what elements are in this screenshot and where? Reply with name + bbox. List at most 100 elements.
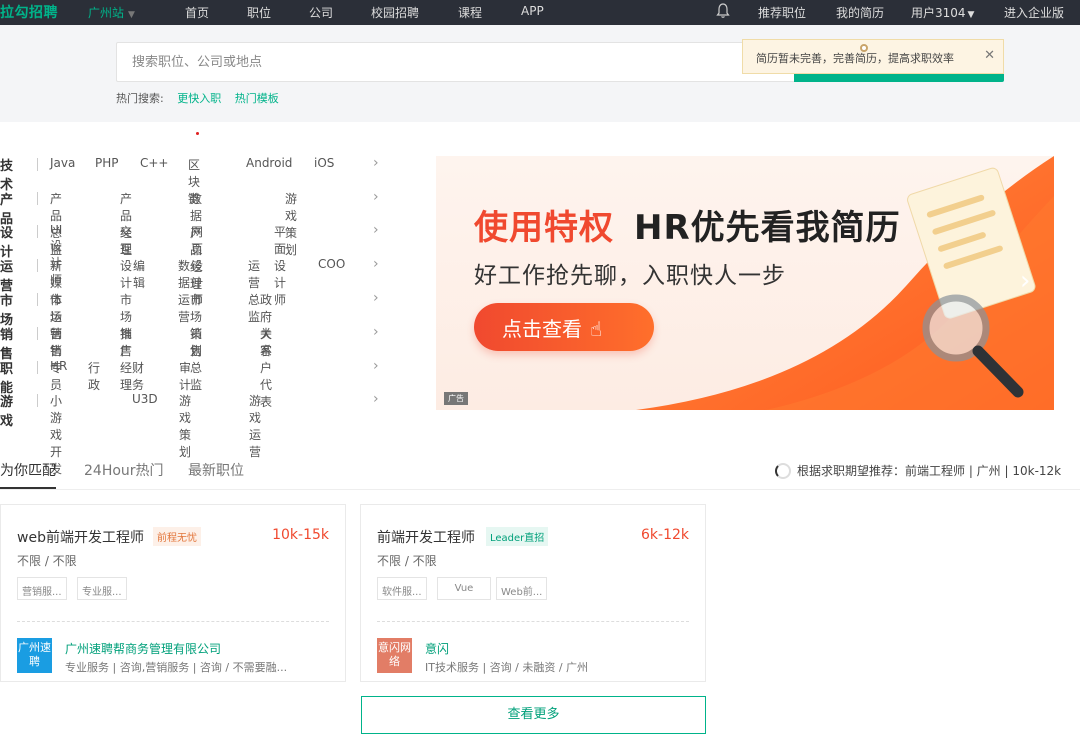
company-logo[interactable]: 广州速聘 — [17, 638, 52, 673]
hot-link-faster-hire[interactable]: 更快入职 — [177, 92, 221, 105]
banner-subline: 好工作抢先聊，入职快人一步 — [474, 263, 786, 289]
category-title[interactable]: 运营 — [0, 256, 13, 294]
city-selector[interactable]: 广州站 ▼ — [88, 4, 135, 21]
category-item[interactable]: 游戏策划 — [285, 190, 297, 258]
view-more-button[interactable]: 查看更多 — [361, 696, 706, 734]
category-separator — [37, 361, 38, 374]
job-badge: Leader直招 — [486, 527, 549, 546]
tab-24h-hot[interactable]: 24Hour热门 — [84, 460, 164, 480]
job-tabs: 为你匹配 24Hour热门 最新职位 根据求职期望推荐：前端工程师 | 广州 |… — [0, 456, 1080, 490]
category-item[interactable]: 交互设计 — [120, 223, 132, 291]
job-tag: 软件服... — [377, 577, 427, 600]
chevron-right-icon[interactable]: › — [373, 324, 379, 340]
nav-app[interactable]: APP — [521, 4, 544, 18]
chevron-right-icon[interactable]: › — [373, 222, 379, 238]
resume-tip: 简历暂未完善，完善简历，提高求职效率 ✕ — [742, 39, 1004, 74]
chevron-right-icon[interactable]: › — [373, 391, 379, 407]
card-divider — [377, 621, 689, 622]
ad-label: 广告 — [444, 392, 468, 405]
category-title[interactable]: 游戏 — [0, 391, 13, 429]
top-navbar: 拉勾招聘 广州站 ▼ 首页 职位 公司 校园招聘 课程 APP 推荐职位 我的简历… — [0, 0, 1080, 25]
job-card[interactable]: 前端开发工程师 Leader直招 6k-12k 不限 / 不限 软件服... V… — [360, 504, 706, 682]
card-divider — [17, 621, 329, 622]
company-info: IT技术服务 | 咨询 / 未融资 / 广州 — [425, 661, 589, 674]
chevron-right-icon[interactable]: › — [373, 155, 379, 171]
job-salary: 10k-15k — [272, 527, 329, 543]
chevron-right-icon[interactable]: › — [373, 290, 379, 306]
category-separator — [37, 192, 38, 205]
chevron-down-icon: ▼ — [128, 10, 135, 20]
recommend-basis-text: 根据求职期望推荐：前端工程师 | 广州 | 10k-12k — [797, 464, 1062, 478]
hot-search-label: 热门搜索: — [116, 92, 164, 105]
category-title[interactable]: 技术 — [0, 155, 13, 193]
category-item[interactable]: COO — [318, 257, 345, 271]
tab-matched[interactable]: 为你匹配 — [0, 460, 56, 480]
hot-link-templates[interactable]: 热门模板 — [235, 92, 279, 105]
chevron-right-icon[interactable]: › — [373, 256, 379, 272]
category-item[interactable]: 编辑 — [133, 257, 145, 291]
hot-searches: 热门搜索: 更快入职 热门模板 — [116, 90, 279, 106]
category-item[interactable]: U3D — [132, 392, 158, 406]
category-item[interactable]: Android — [246, 156, 292, 170]
chevron-right-icon[interactable]: › — [1020, 266, 1030, 296]
category-item[interactable]: HR — [50, 359, 67, 373]
category-item[interactable]: PHP — [95, 156, 119, 170]
job-card[interactable]: web前端开发工程师 前程无忧 10k-15k 不限 / 不限 营销服... 专… — [0, 504, 346, 682]
close-icon[interactable]: ✕ — [984, 48, 995, 63]
enterprise-link[interactable]: 进入企业版 — [1004, 4, 1064, 21]
job-tag: Vue — [437, 577, 491, 600]
company-name[interactable]: 意闪 — [425, 640, 449, 657]
user-menu[interactable]: 用户3104 ▼ — [911, 4, 974, 21]
user-name: 用户3104 — [911, 6, 966, 20]
category-item[interactable]: 行政 — [88, 359, 100, 393]
company-logo[interactable]: 意闪网络 — [377, 638, 412, 673]
category-item[interactable]: iOS — [314, 156, 334, 170]
bell-icon[interactable] — [716, 3, 730, 19]
job-requirements: 不限 / 不限 — [377, 554, 437, 568]
tip-dot — [860, 44, 868, 52]
nav-my-resume[interactable]: 我的简历 — [836, 4, 884, 21]
job-salary: 6k-12k — [641, 527, 689, 543]
category-item[interactable]: 审计 — [179, 359, 191, 393]
category-item[interactable]: 销售经理 — [120, 325, 132, 393]
nav-recommended-jobs[interactable]: 推荐职位 — [758, 4, 806, 21]
category-item[interactable]: 运营总监 — [248, 257, 260, 325]
category-title[interactable]: 市场 — [0, 290, 13, 328]
category-title[interactable]: 销售 — [0, 324, 13, 362]
job-title[interactable]: 前端开发工程师 — [377, 527, 475, 547]
recommend-basis: 根据求职期望推荐：前端工程师 | 广州 | 10k-12k — [775, 462, 1061, 479]
nav-campus[interactable]: 校园招聘 — [371, 4, 419, 21]
job-title[interactable]: web前端开发工程师 — [17, 527, 144, 547]
nav-home[interactable]: 首页 — [185, 4, 209, 21]
logo[interactable]: 拉勾招聘 — [0, 2, 58, 22]
category-item[interactable]: 平面设计师 — [274, 223, 286, 308]
category-item[interactable]: Java — [50, 156, 75, 170]
nav-jobs[interactable]: 职位 — [247, 4, 271, 21]
category-item[interactable]: 游戏运营 — [249, 392, 261, 460]
category-item[interactable]: 游戏策划 — [179, 392, 191, 460]
loading-icon — [775, 463, 791, 479]
job-tag: Web前... — [496, 577, 548, 600]
search-input[interactable] — [117, 43, 795, 81]
category-item[interactable]: 销售总监 — [190, 325, 202, 393]
chevron-right-icon[interactable]: › — [373, 189, 379, 205]
category-item[interactable]: 数据运营 — [178, 257, 190, 325]
category-separator — [37, 394, 38, 407]
caret-down-icon: ▼ — [967, 10, 975, 20]
category-item[interactable]: 大客户代表 — [260, 325, 272, 410]
chevron-right-icon[interactable]: › — [373, 358, 379, 374]
active-tab-indicator — [0, 487, 56, 489]
banner-headline-privilege: 使用特权 — [474, 208, 614, 248]
tab-latest[interactable]: 最新职位 — [188, 460, 244, 480]
category-title[interactable]: 设计 — [0, 222, 13, 260]
category-item[interactable]: 财务 — [132, 359, 144, 393]
job-tag: 营销服... — [17, 577, 67, 600]
category-separator — [37, 327, 38, 340]
category-item[interactable]: C++ — [140, 156, 169, 170]
nav-courses[interactable]: 课程 — [458, 4, 482, 21]
banner-cta-button[interactable]: 点击查看 ☝ — [474, 303, 654, 351]
category-separator — [37, 158, 38, 171]
promo-banner[interactable]: 使用特权 HR优先看我简历 好工作抢先聊，入职快人一步 点击查看 ☝ 广告 › — [436, 156, 1054, 410]
nav-companies[interactable]: 公司 — [309, 4, 333, 21]
company-name[interactable]: 广州速聘帮商务管理有限公司 — [65, 640, 221, 657]
